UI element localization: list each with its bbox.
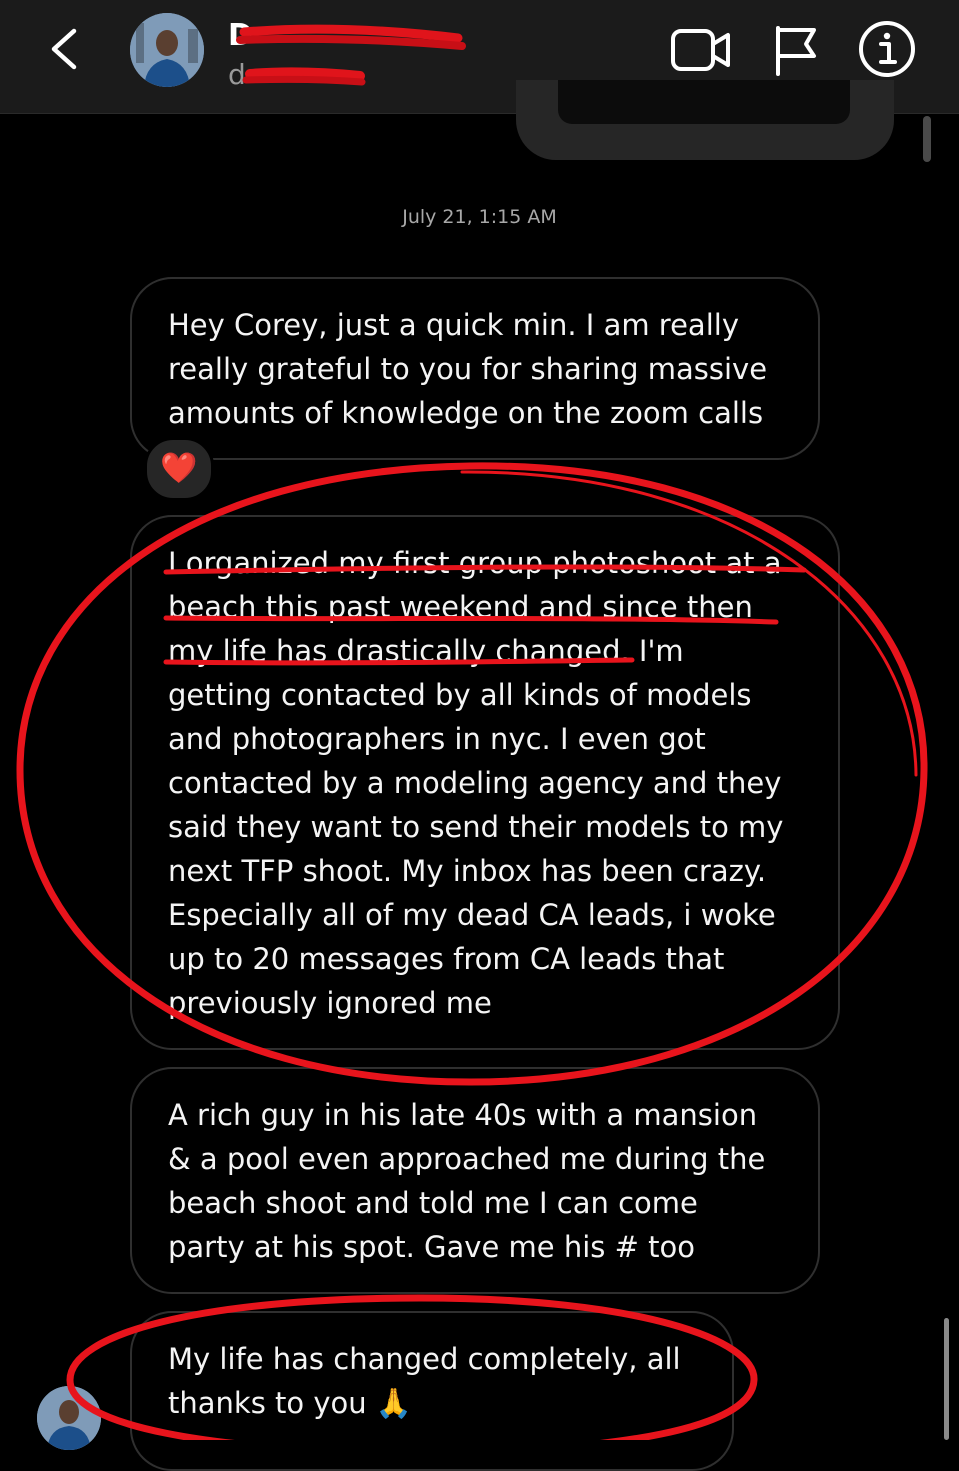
message-bubble[interactable]: My life has changed completely, all than… [130, 1311, 734, 1471]
info-icon[interactable] [858, 20, 916, 78]
message-bubble[interactable]: A rich guy in his late 40s with a mansio… [130, 1067, 820, 1294]
redaction-scribble [236, 24, 466, 86]
sender-avatar[interactable] [37, 1386, 101, 1450]
scrollbar-top[interactable] [923, 116, 931, 162]
message-bubble[interactable]: I organized my first group photoshoot at… [130, 515, 840, 1050]
previous-message-content [558, 80, 850, 124]
scrollbar[interactable] [944, 1318, 949, 1440]
video-camera-icon[interactable] [670, 26, 732, 74]
message-bubble[interactable]: Hey Corey, just a quick min. I am really… [130, 277, 820, 460]
back-icon[interactable] [44, 28, 84, 70]
heart-reaction[interactable]: ❤️ [144, 437, 214, 501]
message-timestamp: July 21, 1:15 AM [402, 206, 557, 228]
avatar[interactable] [130, 13, 204, 87]
flag-icon[interactable] [772, 24, 820, 76]
